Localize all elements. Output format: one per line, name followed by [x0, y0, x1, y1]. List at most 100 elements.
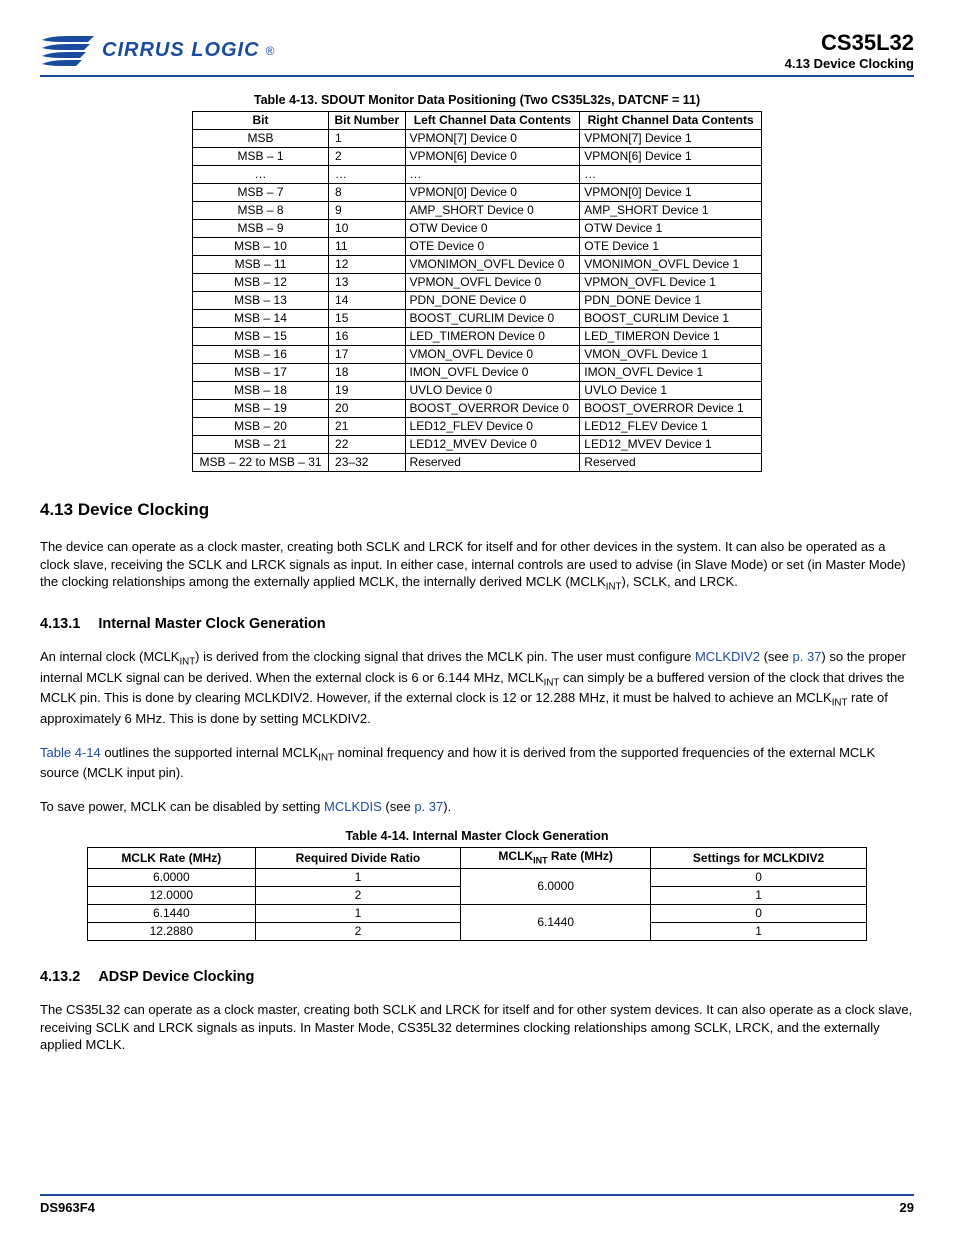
table-cell: BOOST_CURLIM Device 1 — [580, 310, 762, 328]
section-heading: 4.13 Device Clocking — [40, 500, 914, 520]
table-cell: UVLO Device 0 — [405, 382, 580, 400]
table-cell: MSB – 13 — [193, 292, 329, 310]
table-cell: MSB – 8 — [193, 202, 329, 220]
sub1-para-1: An internal clock (MCLKINT) is derived f… — [40, 648, 914, 728]
table-cell: VMON_OVFL Device 1 — [580, 346, 762, 364]
subsection-number: 4.13.2 — [40, 969, 80, 985]
table-cell: 0 — [651, 869, 867, 887]
table-cell: 1 — [329, 130, 405, 148]
table-cell: UVLO Device 1 — [580, 382, 762, 400]
link-mclkdis[interactable]: MCLKDIS — [324, 799, 382, 814]
table-4-14-caption: Table 4-14. Internal Master Clock Genera… — [40, 829, 914, 843]
t2-h2: MCLKINT Rate (MHz) — [461, 848, 651, 869]
sub1-para-3: To save power, MCLK can be disabled by s… — [40, 798, 914, 816]
table-4-13: BitBit NumberLeft Channel Data ContentsR… — [192, 111, 762, 472]
table-cell: LED12_MVEV Device 0 — [405, 436, 580, 454]
table-cell: 2 — [255, 923, 461, 941]
table-cell: VPMON[6] Device 0 — [405, 148, 580, 166]
table-cell: 6.0000 — [461, 869, 651, 905]
page-header: CIRRUS LOGIC® CS35L32 4.13 Device Clocki… — [40, 30, 914, 77]
subsection-4-13-2-heading: 4.13.2ADSP Device Clocking — [40, 969, 914, 985]
chip-name: CS35L32 — [785, 30, 914, 56]
footer-doc-id: DS963F4 — [40, 1200, 95, 1215]
table-cell: 20 — [329, 400, 405, 418]
table-cell: MSB – 15 — [193, 328, 329, 346]
table-row: MSB – 2021LED12_FLEV Device 0LED12_FLEV … — [193, 418, 762, 436]
table-cell: 12 — [329, 256, 405, 274]
table-cell: … — [329, 166, 405, 184]
table-row: MSB – 2122LED12_MVEV Device 0LED12_MVEV … — [193, 436, 762, 454]
table-4-13-caption: Table 4-13. SDOUT Monitor Data Positioni… — [40, 93, 914, 107]
table-cell: 23–32 — [329, 454, 405, 472]
table-cell: 21 — [329, 418, 405, 436]
table-cell: OTE Device 0 — [405, 238, 580, 256]
table-cell: 9 — [329, 202, 405, 220]
link-p37-a[interactable]: p. 37 — [792, 649, 821, 664]
table-cell: MSB – 11 — [193, 256, 329, 274]
table-cell: MSB – 1 — [193, 148, 329, 166]
link-table-4-14[interactable]: Table 4-14 — [40, 745, 101, 760]
table-row: MSB1VPMON[7] Device 0VPMON[7] Device 1 — [193, 130, 762, 148]
table-row: MSB – 1920BOOST_OVERROR Device 0BOOST_OV… — [193, 400, 762, 418]
table-cell: MSB – 17 — [193, 364, 329, 382]
table-cell: PDN_DONE Device 1 — [580, 292, 762, 310]
table-cell: 22 — [329, 436, 405, 454]
table-row: 6.144016.14400 — [88, 905, 867, 923]
table-cell: IMON_OVFL Device 0 — [405, 364, 580, 382]
table-cell: MSB — [193, 130, 329, 148]
table-cell: 0 — [651, 905, 867, 923]
table-cell: MSB – 7 — [193, 184, 329, 202]
table-cell: BOOST_OVERROR Device 1 — [580, 400, 762, 418]
table-cell: 16 — [329, 328, 405, 346]
table-cell: AMP_SHORT Device 1 — [580, 202, 762, 220]
table-cell: MSB – 9 — [193, 220, 329, 238]
t1-header-2: Left Channel Data Contents — [405, 112, 580, 130]
table-cell: VPMON[7] Device 1 — [580, 130, 762, 148]
table-cell: LED12_MVEV Device 1 — [580, 436, 762, 454]
table-cell: 6.1440 — [88, 905, 256, 923]
table-cell: OTE Device 1 — [580, 238, 762, 256]
table-cell: MSB – 10 — [193, 238, 329, 256]
table-cell: VMONIMON_OVFL Device 0 — [405, 256, 580, 274]
table-cell: VMON_OVFL Device 0 — [405, 346, 580, 364]
footer-page-number: 29 — [900, 1200, 914, 1215]
section-title: Device Clocking — [78, 500, 209, 519]
table-4-14: MCLK Rate (MHz) Required Divide Ratio MC… — [87, 847, 867, 941]
table-row: MSB – 78VPMON[0] Device 0VPMON[0] Device… — [193, 184, 762, 202]
t2-h3: Settings for MCLKDIV2 — [651, 848, 867, 869]
table-cell: … — [580, 166, 762, 184]
table-row: MSB – 1415BOOST_CURLIM Device 0BOOST_CUR… — [193, 310, 762, 328]
table-cell: 10 — [329, 220, 405, 238]
table-cell: IMON_OVFL Device 1 — [580, 364, 762, 382]
link-p37-b[interactable]: p. 37 — [414, 799, 443, 814]
table-row: MSB – 1314PDN_DONE Device 0PDN_DONE Devi… — [193, 292, 762, 310]
table-cell: BOOST_CURLIM Device 0 — [405, 310, 580, 328]
table-cell: 2 — [329, 148, 405, 166]
table-cell: 11 — [329, 238, 405, 256]
table-cell: 6.0000 — [88, 869, 256, 887]
table-cell: 13 — [329, 274, 405, 292]
table-row: MSB – 1617VMON_OVFL Device 0VMON_OVFL De… — [193, 346, 762, 364]
link-mclkdiv2[interactable]: MCLKDIV2 — [695, 649, 760, 664]
table-cell: … — [193, 166, 329, 184]
subsection-4-13-1-heading: 4.13.1Internal Master Clock Generation — [40, 616, 914, 632]
table-row: MSB – 1112VMONIMON_OVFL Device 0VMONIMON… — [193, 256, 762, 274]
table-cell: MSB – 14 — [193, 310, 329, 328]
table-cell: 6.1440 — [461, 905, 651, 941]
table-cell: VPMON_OVFL Device 1 — [580, 274, 762, 292]
page-footer: DS963F4 29 — [40, 1194, 914, 1215]
table-cell: LED12_FLEV Device 1 — [580, 418, 762, 436]
table-cell: 8 — [329, 184, 405, 202]
table-cell: MSB – 16 — [193, 346, 329, 364]
table-cell: LED12_FLEV Device 0 — [405, 418, 580, 436]
logo: CIRRUS LOGIC® — [40, 34, 274, 68]
table-cell: VPMON[0] Device 0 — [405, 184, 580, 202]
t2-h1: Required Divide Ratio — [255, 848, 461, 869]
table-cell: MSB – 21 — [193, 436, 329, 454]
table-row: MSB – 1011OTE Device 0OTE Device 1 — [193, 238, 762, 256]
table-cell: MSB – 18 — [193, 382, 329, 400]
table-cell: 19 — [329, 382, 405, 400]
table-row: MSB – 910OTW Device 0OTW Device 1 — [193, 220, 762, 238]
table-cell: VPMON_OVFL Device 0 — [405, 274, 580, 292]
table-row: MSB – 1718IMON_OVFL Device 0IMON_OVFL De… — [193, 364, 762, 382]
